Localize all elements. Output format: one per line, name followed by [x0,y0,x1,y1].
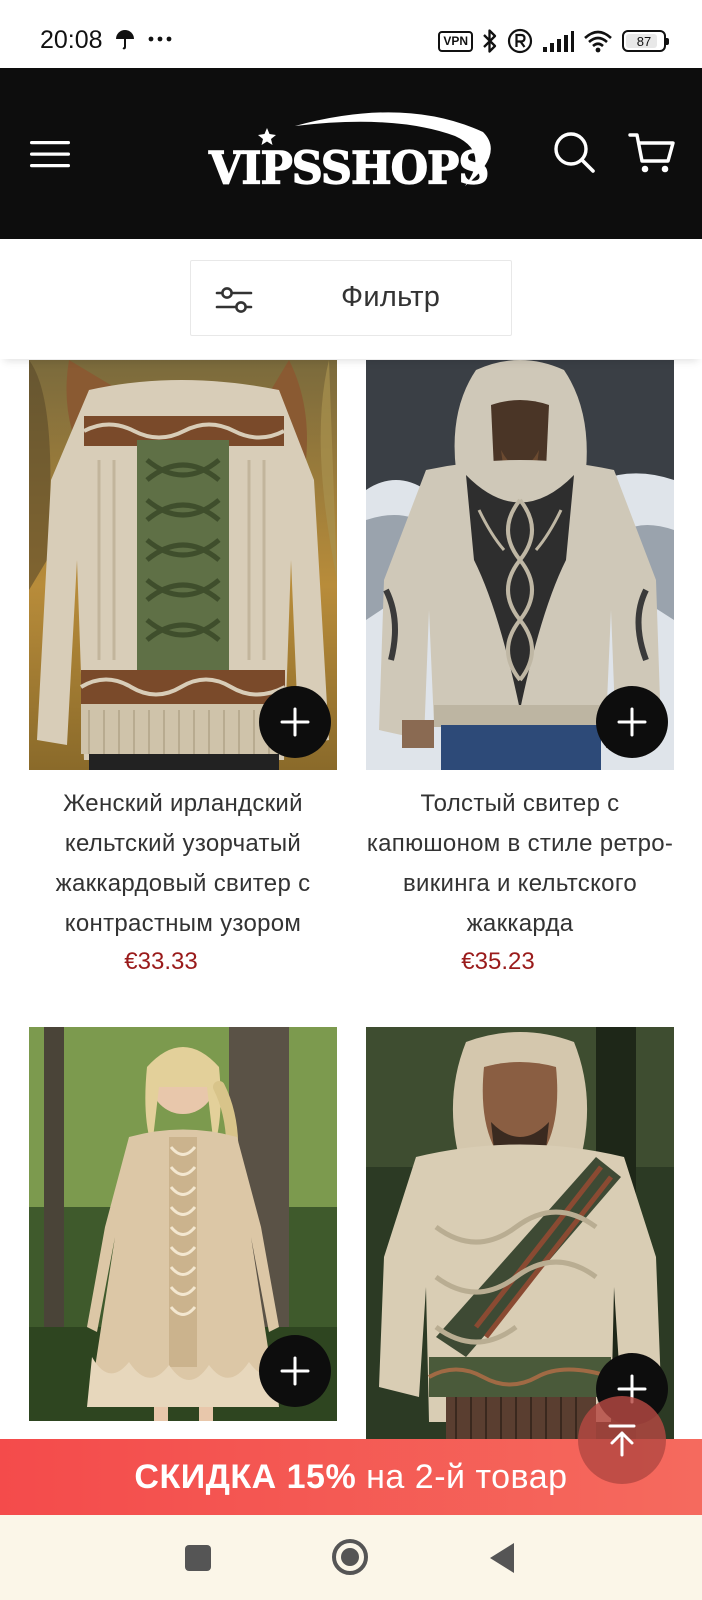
sliders-icon [215,287,253,313]
product-card[interactable]: Женский ирландский кельтский узорчатый ж… [29,360,337,976]
cart-button[interactable] [628,130,676,176]
wifi-icon [584,30,612,53]
product-image[interactable] [366,1027,674,1439]
signal-icon [543,31,574,52]
search-icon [554,132,595,173]
system-nav-bar [0,1515,702,1600]
filter-label: Фильтр [341,281,441,313]
product-grid: Женский ирландский кельтский узорчатый ж… [0,359,702,1439]
home-button[interactable] [332,1539,368,1575]
back-button[interactable] [490,1543,514,1573]
promo-discount: СКИДКА 15% [134,1457,357,1496]
product-image[interactable] [29,1027,337,1421]
arrow-up-icon [608,1424,636,1457]
umbrella-icon [116,30,134,50]
status-system-icons: VPN 87 [438,26,669,56]
vpn-icon: VPN [438,30,473,52]
cart-icon [628,133,675,173]
menu-button[interactable] [28,132,72,176]
search-button[interactable] [552,130,598,176]
product-card[interactable] [29,1027,337,1435]
status-notification-icons [114,28,172,50]
add-to-cart-button[interactable] [259,686,331,758]
plus-icon [280,707,310,737]
battery-percent: 87 [636,33,652,49]
plus-icon [617,707,647,737]
product-title[interactable]: Женский ирландский кельтский узорчатый ж… [29,784,337,944]
site-header: VIPSSHOPS [0,68,702,239]
product-image[interactable] [366,360,674,770]
status-time: 20:08 [40,26,103,54]
product-title[interactable]: Толстый свитер с капюшоном в стиле ретро… [366,784,674,944]
product-card[interactable] [366,1027,674,1439]
add-to-cart-button[interactable] [259,1335,331,1407]
product-card[interactable]: Толстый свитер с капюшоном в стиле ретро… [366,360,674,976]
promo-condition: на 2-й товар [356,1457,568,1496]
product-image[interactable] [29,360,337,770]
status-bar: 20:08 VPN 87 [0,0,702,68]
more-dots-icon [148,36,172,42]
back-to-top-button[interactable] [578,1396,666,1484]
bluetooth-icon [483,29,497,53]
hamburger-menu-icon [30,141,70,168]
registered-icon [507,28,533,54]
product-price: €35.23 [461,948,535,975]
plus-icon [280,1356,310,1386]
filter-button[interactable]: Фильтр [190,260,512,336]
site-logo[interactable]: VIPSSHOPS [205,104,505,204]
add-to-cart-button[interactable] [596,686,668,758]
product-price: €33.33 [124,948,198,975]
filter-bar: Фильтр [0,239,702,359]
recent-apps-button[interactable] [185,1545,211,1571]
battery-icon: 87 [622,30,669,52]
logo-text: VIPSSHOPS [208,142,490,196]
promo-text: СКИДКА 15% на 2-й товар [134,1458,567,1497]
